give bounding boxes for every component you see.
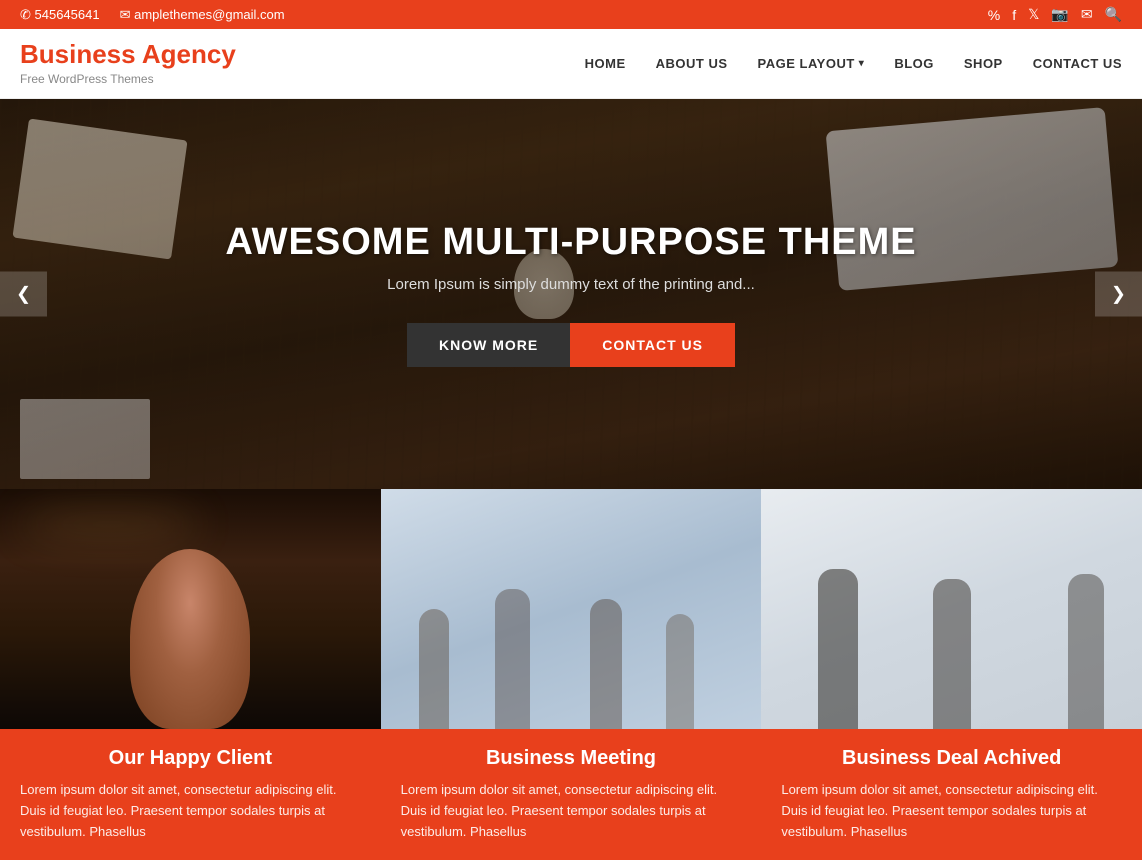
hero-buttons: KNOW MORE CONTACT US	[225, 323, 916, 367]
card-1: Our Happy Client Lorem ipsum dolor sit a…	[0, 489, 381, 860]
email-info: ✉ amplethemes@gmail.com	[120, 7, 285, 23]
top-bar-social: % f 𝕏 📷 ✉ 🔍	[988, 6, 1122, 23]
notepad-decoration	[20, 399, 150, 479]
card-2-body: Business Meeting Lorem ipsum dolor sit a…	[381, 729, 762, 860]
hero-subtitle: Lorem Ipsum is simply dummy text of the …	[225, 276, 916, 293]
card-2: Business Meeting Lorem ipsum dolor sit a…	[381, 489, 762, 860]
nav-page-layout[interactable]: PAGE LAYOUT ▾	[758, 56, 865, 71]
card-2-title: Business Meeting	[401, 747, 742, 770]
prev-arrow-icon: ❮	[16, 284, 31, 304]
social-icon-share[interactable]: %	[988, 7, 1000, 23]
main-nav: HOME ABOUT US PAGE LAYOUT ▾ BLOG SHOP CO…	[585, 56, 1122, 71]
phone-info: ✆ 545645641	[20, 7, 100, 23]
phone-icon: ✆	[20, 7, 35, 22]
card-1-body: Our Happy Client Lorem ipsum dolor sit a…	[0, 729, 381, 860]
hero-section: ❮ AWESOME MULTI-PURPOSE THEME Lorem Ipsu…	[0, 99, 1142, 489]
hero-next-button[interactable]: ❯	[1095, 272, 1142, 317]
email-address: amplethemes@gmail.com	[134, 7, 284, 22]
card-3-title: Business Deal Achived	[781, 747, 1122, 770]
header: Business Agency Free WordPress Themes HO…	[0, 29, 1142, 99]
brand-name[interactable]: Business Agency	[20, 39, 236, 70]
nav-shop[interactable]: SHOP	[964, 56, 1003, 71]
nav-contact[interactable]: CONTACT US	[1033, 56, 1122, 71]
top-bar: ✆ 545645641 ✉ amplethemes@gmail.com % f …	[0, 0, 1142, 29]
hero-title: AWESOME MULTI-PURPOSE THEME	[225, 221, 916, 264]
hero-content: AWESOME MULTI-PURPOSE THEME Lorem Ipsum …	[225, 221, 916, 367]
nav-home[interactable]: HOME	[585, 56, 626, 71]
cards-section: Our Happy Client Lorem ipsum dolor sit a…	[0, 489, 1142, 860]
brand: Business Agency Free WordPress Themes	[20, 39, 236, 88]
card-3-image	[761, 489, 1142, 729]
social-icon-instagram[interactable]: 📷	[1051, 6, 1068, 23]
social-icon-email[interactable]: ✉	[1081, 6, 1093, 23]
card-1-text: Lorem ipsum dolor sit amet, consectetur …	[20, 780, 361, 842]
nav-about[interactable]: ABOUT US	[656, 56, 728, 71]
social-icon-facebook[interactable]: f	[1012, 7, 1016, 23]
nav-page-layout-label: PAGE LAYOUT	[758, 56, 855, 71]
paper-decoration	[12, 118, 187, 259]
social-icon-search[interactable]: 🔍	[1105, 6, 1122, 23]
know-more-button[interactable]: KNOW MORE	[407, 323, 570, 367]
brand-tagline: Free WordPress Themes	[20, 72, 154, 86]
social-icon-twitter[interactable]: 𝕏	[1028, 6, 1039, 23]
card-1-title: Our Happy Client	[20, 747, 361, 770]
nav-blog[interactable]: BLOG	[894, 56, 934, 71]
dropdown-arrow-icon: ▾	[859, 58, 865, 69]
phone-number: 545645641	[35, 7, 100, 22]
card-3-text: Lorem ipsum dolor sit amet, consectetur …	[781, 780, 1122, 842]
card-2-text: Lorem ipsum dolor sit amet, consectetur …	[401, 780, 742, 842]
hero-prev-button[interactable]: ❮	[0, 272, 47, 317]
card-3: Business Deal Achived Lorem ipsum dolor …	[761, 489, 1142, 860]
top-bar-contact: ✆ 545645641 ✉ amplethemes@gmail.com	[20, 7, 285, 23]
contact-us-button[interactable]: CONTACT US	[570, 323, 735, 367]
card-1-image	[0, 489, 381, 729]
next-arrow-icon: ❯	[1111, 284, 1126, 304]
email-icon: ✉	[120, 7, 135, 22]
card-3-body: Business Deal Achived Lorem ipsum dolor …	[761, 729, 1142, 860]
card-2-image	[381, 489, 762, 729]
